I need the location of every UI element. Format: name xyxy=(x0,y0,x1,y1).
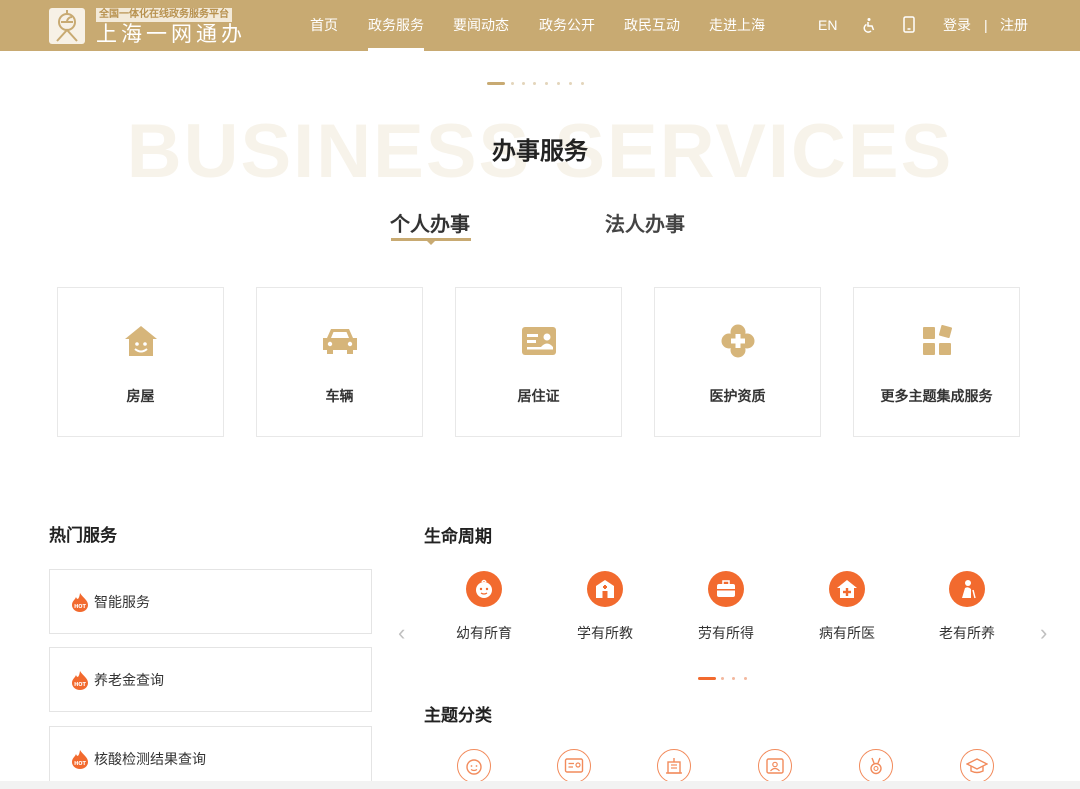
lifecycle-item-elderly[interactable]: 老有所养 xyxy=(922,571,1012,643)
card-label: 居住证 xyxy=(517,388,560,404)
hot-service-item[interactable]: HOT 智能服务 xyxy=(49,569,372,634)
grid-icon xyxy=(918,322,956,360)
bottom-scroll-strip xyxy=(0,781,1080,789)
theme-category-title: 主题分类 xyxy=(424,706,492,725)
hot-flame-icon: HOT xyxy=(72,750,88,769)
lifecycle-item-childcare[interactable]: 幼有所育 xyxy=(439,571,529,643)
pagination-dot[interactable] xyxy=(732,677,735,680)
hot-service-label: 养老金查询 xyxy=(94,672,164,688)
briefcase-icon xyxy=(708,571,744,607)
certificate-icon[interactable] xyxy=(557,749,591,783)
card-label: 医护资质 xyxy=(709,388,766,404)
pagination-dot[interactable] xyxy=(511,82,514,85)
hot-service-item[interactable]: HOT 核酸检测结果查询 xyxy=(49,726,372,789)
pagination-dot[interactable] xyxy=(721,677,724,680)
pagination-dot-active[interactable] xyxy=(487,82,505,85)
language-switch[interactable]: EN xyxy=(818,0,837,51)
lifecycle-prev-arrow[interactable]: ‹ xyxy=(398,620,405,646)
nav-about-shanghai[interactable]: 走进上海 xyxy=(709,0,765,51)
pagination-dot[interactable] xyxy=(569,82,572,85)
service-card-housing[interactable]: 房屋 xyxy=(57,287,224,437)
login-register-divider: | xyxy=(984,17,988,33)
card-label: 房屋 xyxy=(126,388,155,404)
lifecycle-title: 生命周期 xyxy=(424,527,492,546)
login-link[interactable]: 登录 xyxy=(943,0,971,51)
site-name[interactable]: 上海一网通办 xyxy=(96,22,246,46)
hospital-icon xyxy=(829,571,865,607)
tab-personal[interactable]: 个人办事 xyxy=(390,208,470,237)
photo-id-icon[interactable] xyxy=(758,749,792,783)
service-card-vehicle[interactable]: 车辆 xyxy=(256,287,423,437)
hot-service-item[interactable]: HOT 养老金查询 xyxy=(49,647,372,712)
top-header: 全国一体化在线政务服务平台 上海一网通办 首页 政务服务 要闻动态 政务公开 政… xyxy=(0,0,1080,51)
nav-public-info[interactable]: 政务公开 xyxy=(539,0,595,51)
elder-icon xyxy=(949,571,985,607)
register-link[interactable]: 注册 xyxy=(1000,0,1028,51)
hot-service-label: 核酸检测结果查询 xyxy=(94,751,206,767)
svg-text:HOT: HOT xyxy=(74,761,86,767)
pagination-dot[interactable] xyxy=(545,82,548,85)
nav-government-services[interactable]: 政务服务 xyxy=(368,0,424,51)
pagination-dot[interactable] xyxy=(581,82,584,85)
card-label: 更多主题集成服务 xyxy=(880,388,993,404)
lifecycle-item-education[interactable]: 学有所教 xyxy=(560,571,650,643)
nav-home[interactable]: 首页 xyxy=(310,0,338,51)
lifecycle-item-employment[interactable]: 劳有所得 xyxy=(681,571,771,643)
section-title: 办事服务 xyxy=(492,138,588,165)
hot-services-title: 热门服务 xyxy=(49,526,117,545)
nav-interaction[interactable]: 政民互动 xyxy=(624,0,680,51)
svg-text:HOT: HOT xyxy=(74,682,86,688)
card-label: 车辆 xyxy=(325,388,354,404)
nav-news[interactable]: 要闻动态 xyxy=(453,0,509,51)
service-card-medical-qualification[interactable]: 医护资质 xyxy=(654,287,821,437)
hot-flame-icon: HOT xyxy=(72,671,88,690)
pagination-dot[interactable] xyxy=(533,82,536,85)
graduation-cap-icon[interactable] xyxy=(960,749,994,783)
lifecycle-label: 老有所养 xyxy=(939,625,995,641)
lifecycle-item-healthcare[interactable]: 病有所医 xyxy=(802,571,892,643)
lifecycle-label: 幼有所育 xyxy=(456,625,512,641)
car-icon xyxy=(321,322,359,360)
accessibility-icon[interactable] xyxy=(861,0,877,51)
pagination-dot[interactable] xyxy=(522,82,525,85)
tab-active-arrow xyxy=(426,240,436,245)
service-card-residence-permit[interactable]: 居住证 xyxy=(455,287,622,437)
platform-tagline: 全国一体化在线政务服务平台 xyxy=(96,8,232,22)
logo-emblem-icon xyxy=(56,10,78,42)
pagination-dot-active[interactable] xyxy=(698,677,716,680)
hot-service-label: 智能服务 xyxy=(94,594,150,610)
site-logo[interactable] xyxy=(49,8,85,44)
lifecycle-label: 劳有所得 xyxy=(698,625,754,641)
lifecycle-label: 学有所教 xyxy=(577,625,633,641)
hot-flame-icon: HOT xyxy=(72,593,88,612)
service-card-more-themes[interactable]: 更多主题集成服务 xyxy=(853,287,1020,437)
house-icon xyxy=(122,322,160,360)
pagination-dot[interactable] xyxy=(744,677,747,680)
face-icon[interactable] xyxy=(457,749,491,783)
mobile-icon[interactable] xyxy=(903,0,915,51)
medical-icon xyxy=(719,322,757,360)
lifecycle-label: 病有所医 xyxy=(819,625,875,641)
medal-icon[interactable] xyxy=(859,749,893,783)
school-icon xyxy=(587,571,623,607)
building-icon[interactable] xyxy=(657,749,691,783)
svg-text:HOT: HOT xyxy=(74,604,86,610)
pagination-dot[interactable] xyxy=(557,82,560,85)
lifecycle-next-arrow[interactable]: › xyxy=(1040,620,1047,646)
baby-icon xyxy=(466,571,502,607)
tab-corporate[interactable]: 法人办事 xyxy=(605,208,685,237)
id-card-icon xyxy=(520,322,558,360)
